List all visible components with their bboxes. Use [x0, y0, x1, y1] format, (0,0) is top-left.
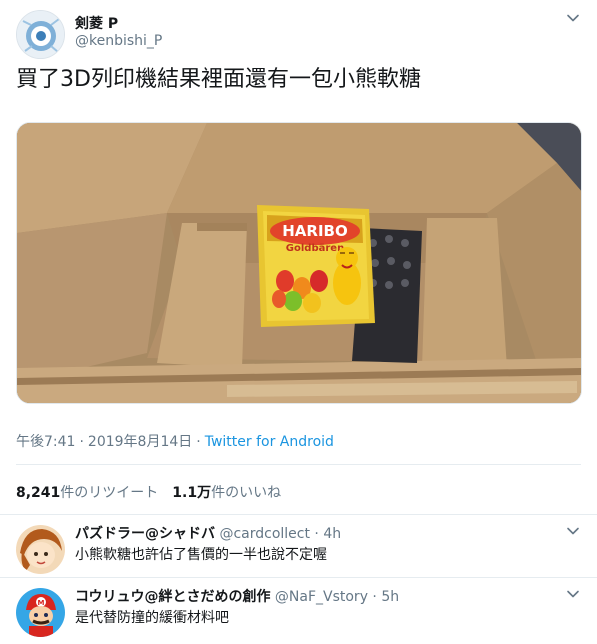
reply-text: 小熊軟糖也許佔了售價的一半也說不定喔 [75, 547, 327, 563]
reply-avatar[interactable]: M [16, 588, 65, 637]
author-handle[interactable]: @kenbishi_P [75, 33, 162, 49]
tweet-time[interactable]: 午後7:41 [16, 434, 75, 450]
reply-display-name[interactable]: パズドラー@シャドバ [75, 526, 215, 542]
likes-stat[interactable]: 1.1万件のいいね [172, 485, 281, 501]
tweet-source-link[interactable]: Twitter for Android [205, 434, 334, 450]
tweet-text: 買了3D列印機結果裡面還有一包小熊軟糖 [16, 67, 421, 92]
likes-label: 件のいいね [211, 485, 282, 501]
box-photo: HARIBO Goldbären [17, 123, 581, 403]
retweets-count: 8,241 [16, 485, 61, 501]
reply-avatar[interactable] [16, 525, 65, 574]
reply-text: 是代替防撞的緩衝材料吧 [75, 610, 229, 626]
tweet-date[interactable]: 2019年8月14日 [88, 434, 192, 450]
reply-time[interactable]: 5h [381, 589, 399, 605]
likes-count: 1.1万 [172, 485, 212, 501]
svg-text:M: M [38, 599, 45, 607]
author-avatar[interactable] [16, 10, 65, 59]
reply-time[interactable]: 4h [323, 526, 341, 542]
chevron-down-icon[interactable] [565, 10, 581, 26]
reply-item[interactable]: M コウリュウ@絆とさだめの創作 @NaF_Vstory · 5h 是代替防撞的… [0, 577, 597, 639]
reply-display-name[interactable]: コウリュウ@絆とさだめの創作 [75, 589, 270, 605]
bag-brand-text: HARIBO [282, 222, 347, 240]
tweet-photo[interactable]: HARIBO Goldbären [16, 122, 582, 404]
reply-item[interactable]: パズドラー@シャドバ @cardcollect · 4h 小熊軟糖也許佔了售價的… [0, 514, 597, 576]
chevron-down-icon[interactable] [565, 586, 581, 602]
tweet: 剣菱 P @kenbishi_P 買了3D列印機結果裡面還有一包小熊軟糖 HAR… [0, 0, 597, 512]
reply-header: パズドラー@シャドバ @cardcollect · 4h [75, 526, 342, 542]
retweets-label: 件のリツイート [60, 485, 159, 501]
tweet-timestamp: 午後7:41 · 2019年8月14日 · Twitter for Android [16, 434, 334, 450]
chevron-down-icon[interactable] [565, 523, 581, 539]
reply-handle[interactable]: @NaF_Vstory [275, 589, 368, 605]
bag-product-text: Goldbären [286, 243, 344, 254]
reply-header: コウリュウ@絆とさだめの創作 @NaF_Vstory · 5h [75, 589, 400, 605]
retweets-stat[interactable]: 8,241件のリツイート [16, 485, 158, 501]
tweet-stats: 8,241件のリツイート 1.1万件のいいね [16, 482, 281, 502]
reply-handle[interactable]: @cardcollect [219, 526, 310, 542]
author-name[interactable]: 剣菱 P [75, 13, 118, 33]
divider [16, 464, 581, 465]
